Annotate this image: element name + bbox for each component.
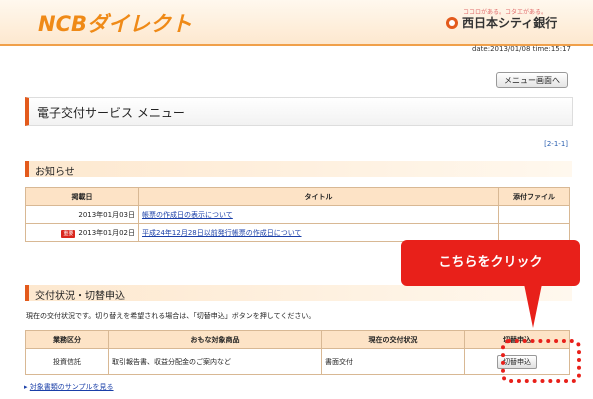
highlight-frame [501, 339, 581, 383]
notice-heading-bar: お知らせ [25, 161, 572, 178]
category-cell: 投資信託 [25, 348, 109, 375]
table-row: 重要 2013年01月02日 平成24年12月28日以前発行帳票の作成日について [25, 223, 570, 242]
page-title: 電子交付サービス メニュー [37, 106, 185, 120]
notice-date: 2013年01月03日 [78, 210, 135, 219]
header-bar: NCBダイレクト ココロがある。コタエがある。 西日本シティ銀行 [0, 0, 593, 46]
page-ref: [2-1-1] [544, 140, 568, 148]
notice-date: 2013年01月02日 [78, 228, 135, 237]
delivery-info-text: 現在の交付状況です。切り替えを希望される場合は、「切替申込」ボタンを押してくださ… [26, 312, 316, 320]
bank-emblem-icon [446, 17, 458, 29]
bank-name: 西日本シティ銀行 [462, 16, 558, 30]
delivery-header-row: 業務区分 おもな対象商品 現在の交付状況 切替申込 [25, 330, 570, 349]
table-row: 2013年01月03日 帳票の作成日の表示について [25, 205, 570, 224]
notice-header-row: 掲載日 タイトル 添付ファイル [25, 187, 570, 206]
sample-documents-link[interactable]: 対象書類のサンプルを見る [30, 383, 114, 391]
important-badge: 重要 [61, 229, 76, 238]
notice-link[interactable]: 平成24年12月28日以前発行帳票の作成日について [142, 229, 302, 237]
col-attachment: 添付ファイル [498, 187, 570, 206]
notice-date-cell: 2013年01月03日 [25, 205, 139, 224]
ncb-direct-logo: NCBダイレクト [38, 12, 192, 36]
click-here-callout: こちらをクリック [401, 240, 580, 286]
notice-table: 掲載日 タイトル 添付ファイル 2013年01月03日 帳票の作成日の表示につい… [25, 187, 570, 242]
page-title-box: 電子交付サービス メニュー [25, 97, 573, 126]
menu-screen-button[interactable]: メニュー画面へ [496, 72, 568, 88]
status-cell: 書面交付 [321, 348, 465, 375]
sample-link-row: ▸ 対象書類のサンプルを見る [24, 382, 114, 392]
delivery-table: 業務区分 おもな対象商品 現在の交付状況 切替申込 投資信託 取引報告書、収益分… [25, 330, 570, 375]
notice-attachment-cell [498, 205, 570, 224]
notice-link[interactable]: 帳票の作成日の表示について [142, 211, 233, 219]
col-title: タイトル [138, 187, 499, 206]
delivery-heading: 交付状況・切替申込 [35, 291, 125, 302]
notice-title-cell: 帳票の作成日の表示について [138, 205, 499, 224]
notice-attachment-cell [498, 223, 570, 242]
notice-title-cell: 平成24年12月28日以前発行帳票の作成日について [138, 223, 499, 242]
col-category: 業務区分 [25, 330, 109, 349]
triangle-right-icon: ▸ [24, 383, 28, 391]
notice-date-cell: 重要 2013年01月02日 [25, 223, 139, 242]
callout-pointer [524, 284, 542, 328]
bank-logo: ココロがある。コタエがある。 西日本シティ銀行 [445, 6, 563, 34]
col-products: おもな対象商品 [108, 330, 322, 349]
col-date: 掲載日 [25, 187, 139, 206]
products-cell: 取引報告書、収益分配金のご案内など [108, 348, 322, 375]
delivery-heading-bar: 交付状況・切替申込 [25, 285, 572, 302]
col-status: 現在の交付状況 [321, 330, 465, 349]
notice-heading: お知らせ [35, 167, 75, 178]
date-time: date:2013/01/08 time:15:17 [471, 45, 571, 53]
table-row: 投資信託 取引報告書、収益分配金のご案内など 書面交付 切替申込 [25, 348, 570, 375]
